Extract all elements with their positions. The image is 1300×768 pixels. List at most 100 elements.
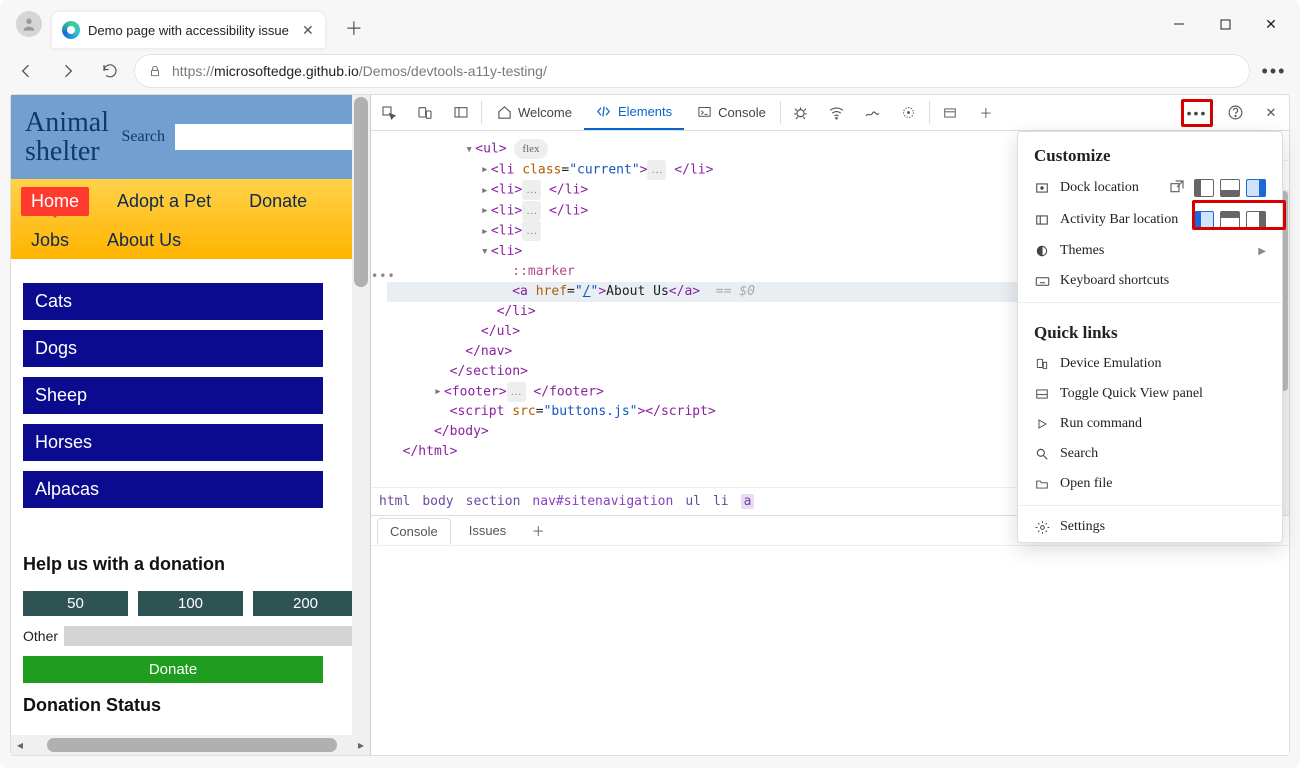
animal-list: Cats Dogs Sheep Horses Alpacas — [11, 259, 370, 542]
page-horizontal-scrollbar[interactable]: ◂ ▸ — [11, 735, 370, 755]
content-area: Animal shelter Search Home Adopt a Pet D… — [10, 94, 1290, 756]
reload-button[interactable] — [92, 53, 128, 89]
run-command-row[interactable]: Run command — [1018, 409, 1282, 439]
settings-row[interactable]: Settings — [1018, 512, 1282, 542]
shortcuts-row[interactable]: Keyboard shortcuts — [1018, 266, 1282, 296]
page-title: Animal shelter — [25, 108, 115, 167]
nav-adopt[interactable]: Adopt a Pet — [107, 187, 221, 216]
themes-icon — [1034, 243, 1050, 259]
drawer-tab-console[interactable]: Console — [377, 518, 451, 545]
close-icon[interactable]: ✕ — [299, 21, 317, 39]
console-icon — [696, 105, 712, 121]
dock-popout-icon[interactable] — [1168, 179, 1188, 197]
nav-jobs[interactable]: Jobs — [21, 226, 79, 255]
lock-icon — [148, 64, 162, 78]
search-icon — [1034, 446, 1050, 462]
keyboard-icon — [1034, 273, 1050, 289]
scroll-left-arrow-icon[interactable]: ◂ — [11, 738, 29, 752]
donation-heading: Help us with a donation — [23, 554, 358, 575]
bug-icon[interactable] — [783, 95, 819, 130]
devtools-drawer: Console Issues ＋ — [371, 515, 1289, 755]
browser-more-button[interactable]: ••• — [1256, 53, 1292, 89]
profile-avatar[interactable] — [16, 11, 42, 37]
toggle-quickview-row[interactable]: Toggle Quick View panel — [1018, 379, 1282, 409]
wifi-icon[interactable] — [819, 95, 855, 130]
dock-icon — [1034, 180, 1050, 196]
gear-icon — [1034, 519, 1050, 535]
amount-100[interactable]: 100 — [138, 591, 243, 616]
help-icon[interactable] — [1217, 104, 1253, 121]
list-item[interactable]: Sheep — [23, 377, 323, 414]
nav-about[interactable]: About Us — [97, 226, 191, 255]
other-amount-input[interactable] — [64, 626, 358, 646]
search-input[interactable] — [175, 124, 356, 150]
search-row[interactable]: Search — [1018, 439, 1282, 469]
list-item[interactable]: Horses — [23, 424, 323, 461]
themes-row[interactable]: Themes ▶ — [1018, 236, 1282, 266]
device-emulation-row[interactable]: Device Emulation — [1018, 349, 1282, 379]
maximize-button[interactable] — [1202, 4, 1248, 44]
donation-status-heading: Donation Status — [23, 695, 358, 716]
donate-button[interactable]: Donate — [23, 656, 323, 683]
dock-left-button[interactable] — [1194, 179, 1214, 197]
scroll-right-arrow-icon[interactable]: ▸ — [352, 738, 370, 752]
tab-welcome[interactable]: Welcome — [484, 95, 584, 130]
list-item[interactable]: Alpacas — [23, 471, 323, 508]
inspect-element-icon[interactable] — [371, 95, 407, 130]
other-label: Other — [23, 628, 58, 644]
dock-bottom-button[interactable] — [1220, 179, 1240, 197]
customize-heading: Customize — [1018, 132, 1282, 172]
minimize-button[interactable] — [1156, 4, 1202, 44]
home-icon — [496, 105, 512, 121]
close-window-button[interactable]: ✕ — [1248, 4, 1294, 44]
new-tab-button[interactable]: ＋ — [337, 11, 371, 45]
customize-menu: Customize Dock location Activity Bar loc… — [1017, 131, 1283, 543]
amount-50[interactable]: 50 — [23, 591, 128, 616]
devtools: Welcome Elements Console ＋ ••• ✕ — [371, 95, 1289, 755]
page-viewport: Animal shelter Search Home Adopt a Pet D… — [11, 95, 371, 755]
window-controls: ✕ — [1156, 4, 1294, 44]
main-nav: Home Adopt a Pet Donate Jobs About Us — [11, 179, 370, 259]
panel-split-icon — [1034, 386, 1050, 402]
devtools-more-button[interactable]: ••• — [1181, 99, 1213, 127]
list-item[interactable]: Dogs — [23, 330, 323, 367]
devtools-close-button[interactable]: ✕ — [1253, 105, 1289, 121]
drawer-tab-issues[interactable]: Issues — [457, 518, 519, 543]
gutter-more-icon[interactable]: ••• — [371, 269, 395, 283]
donation-section: Help us with a donation 50 100 200 Other… — [11, 554, 370, 716]
chevron-right-icon: ▶ — [1258, 246, 1266, 257]
add-tab-button[interactable]: ＋ — [968, 95, 1004, 130]
performance-icon[interactable] — [855, 95, 891, 130]
tab-elements[interactable]: Elements — [584, 95, 684, 130]
url-text: https://microsoftedge.github.io/Demos/de… — [172, 63, 547, 79]
search-label: Search — [121, 128, 165, 146]
dock-right-button[interactable] — [1246, 179, 1266, 197]
page-vertical-scrollbar[interactable] — [352, 95, 370, 735]
forward-button[interactable] — [50, 53, 86, 89]
tab-console[interactable]: Console — [684, 95, 778, 130]
nav-home[interactable]: Home — [21, 187, 89, 216]
browser-tab[interactable]: Demo page with accessibility issue ✕ — [52, 12, 325, 48]
device-icon — [1034, 356, 1050, 372]
cpu-icon[interactable] — [891, 95, 927, 130]
dock-toggle-icon[interactable] — [443, 95, 479, 130]
devtools-toolbar: Welcome Elements Console ＋ ••• ✕ — [371, 95, 1289, 131]
back-button[interactable] — [8, 53, 44, 89]
browser-toolbar: https://microsoftedge.github.io/Demos/de… — [0, 48, 1300, 94]
nav-donate[interactable]: Donate — [239, 187, 317, 216]
play-icon — [1034, 416, 1050, 432]
browser-titlebar: Demo page with accessibility issue ✕ ＋ ✕ — [0, 0, 1300, 48]
address-bar[interactable]: https://microsoftedge.github.io/Demos/de… — [134, 54, 1250, 88]
activity-bar-row[interactable]: Activity Bar location — [1018, 204, 1282, 236]
device-toggle-icon[interactable] — [407, 95, 443, 130]
panel-icon[interactable] — [932, 95, 968, 130]
quick-links-heading: Quick links — [1018, 309, 1282, 349]
code-icon — [596, 104, 612, 120]
folder-icon — [1034, 476, 1050, 492]
page-header: Animal shelter Search — [11, 95, 370, 179]
edge-icon — [62, 21, 80, 39]
list-item[interactable]: Cats — [23, 283, 323, 320]
amount-200[interactable]: 200 — [253, 591, 358, 616]
drawer-add-tab[interactable]: ＋ — [524, 521, 552, 540]
open-file-row[interactable]: Open file — [1018, 469, 1282, 499]
